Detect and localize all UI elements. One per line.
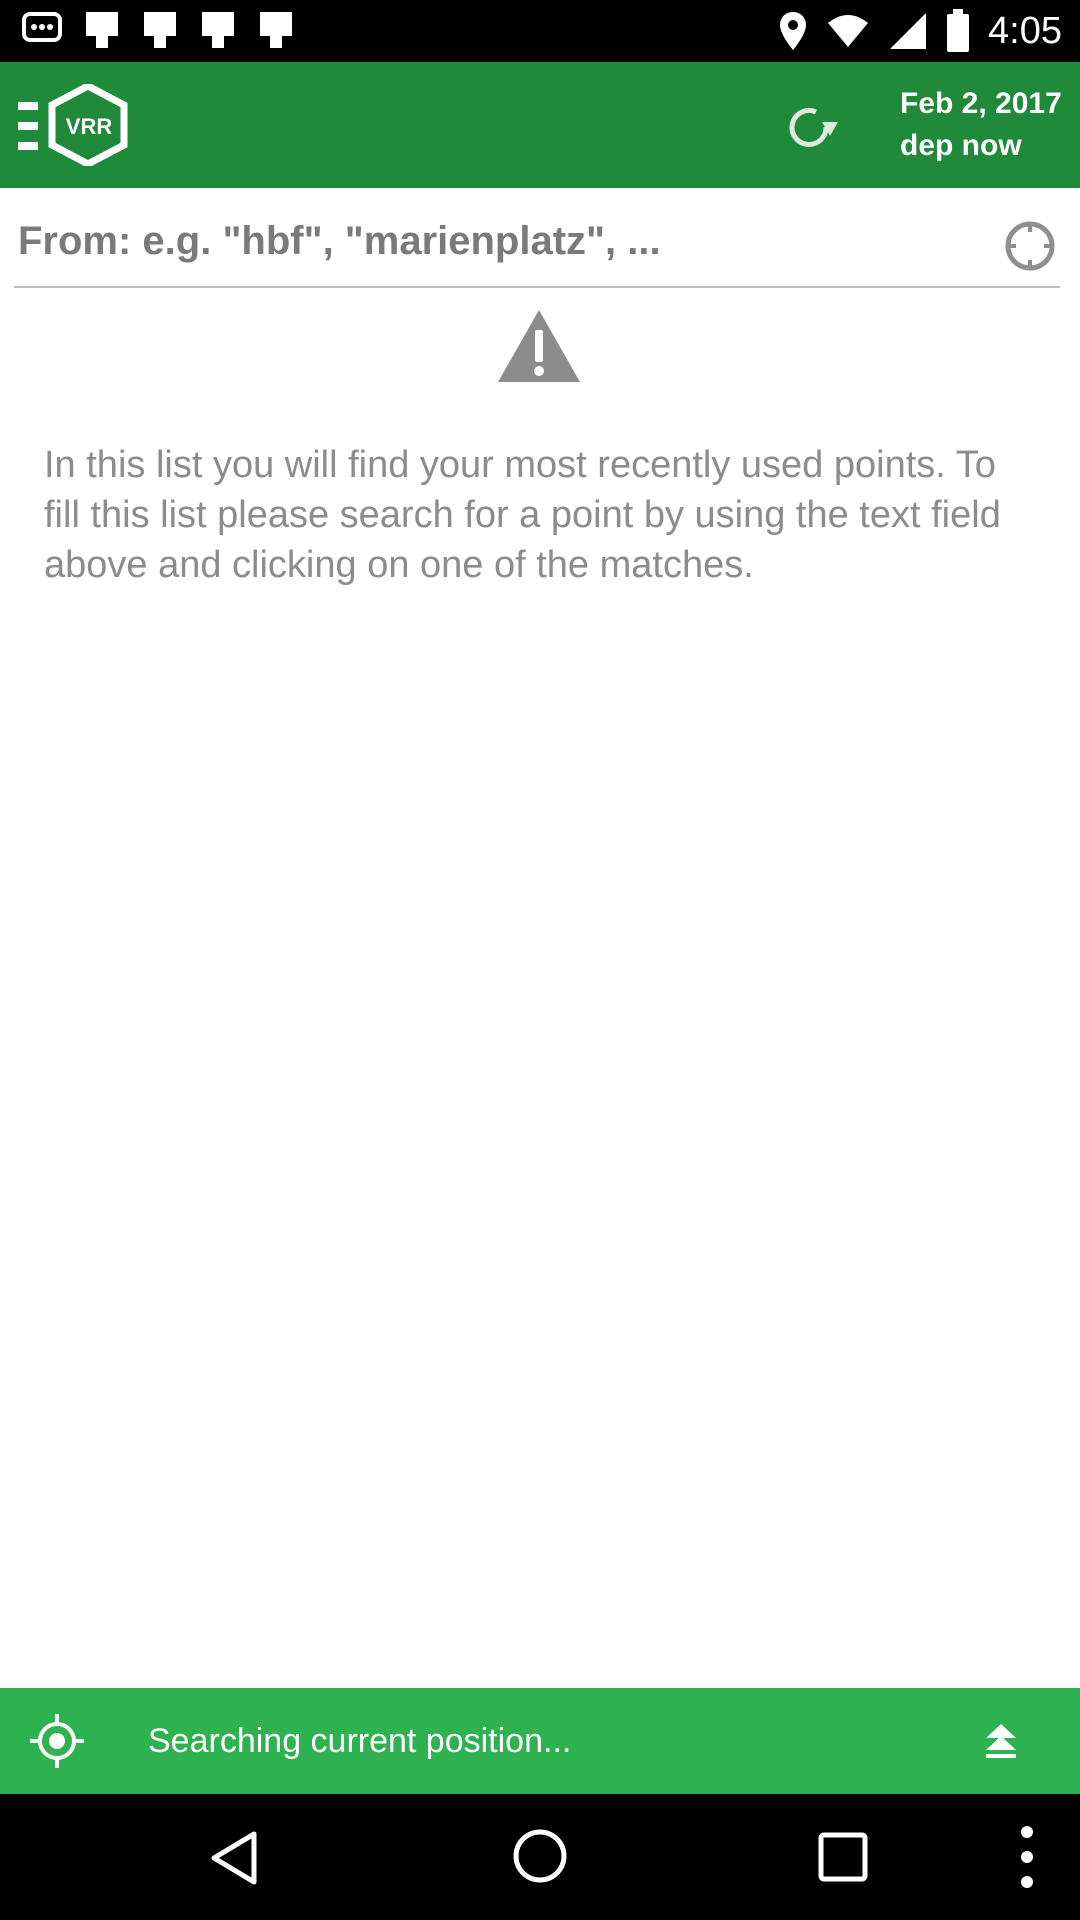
- position-status-bar[interactable]: Searching current position...: [0, 1688, 1080, 1794]
- battery-icon: [947, 9, 970, 52]
- notification-icon: [86, 12, 118, 48]
- status-bar: 4:05: [0, 0, 1080, 62]
- wifi-icon: [828, 15, 869, 47]
- from-input[interactable]: [14, 206, 978, 276]
- refresh-icon[interactable]: [782, 102, 840, 152]
- logo-text: VRR: [66, 114, 113, 139]
- notification-icon: [144, 12, 176, 48]
- status-time: 4:05: [988, 10, 1062, 52]
- position-status-text: Searching current position...: [148, 1722, 572, 1760]
- warning-icon: [498, 310, 580, 382]
- notification-icon: [202, 12, 234, 48]
- recent-apps-icon[interactable]: [818, 1832, 868, 1882]
- from-field-row: [14, 206, 1060, 288]
- location-icon: [780, 12, 807, 50]
- notification-icon: [260, 12, 292, 48]
- date-time-selector[interactable]: Feb 2, 2017 dep now: [900, 84, 1062, 168]
- departure-label: dep now: [900, 129, 1022, 162]
- more-options-icon[interactable]: [1012, 1824, 1042, 1890]
- gps-icon: [30, 1714, 84, 1768]
- app-bar: VRR Feb 2, 2017 dep now: [0, 62, 1080, 188]
- home-icon[interactable]: [512, 1828, 568, 1884]
- status-system: 4:05: [778, 6, 1062, 56]
- menu-icon[interactable]: [18, 100, 44, 152]
- signal-icon: [890, 13, 927, 49]
- message-icon: [22, 12, 62, 42]
- expand-up-icon[interactable]: [984, 1722, 1018, 1760]
- date-label: Feb 2, 2017: [900, 87, 1062, 120]
- empty-list-message: In this list you will find your most rec…: [44, 444, 1001, 586]
- vrr-logo[interactable]: VRR: [48, 84, 128, 166]
- back-icon[interactable]: [208, 1830, 264, 1886]
- navigation-bar: [0, 1794, 1080, 1920]
- locate-icon[interactable]: [1004, 220, 1056, 272]
- status-notifications: [22, 10, 294, 50]
